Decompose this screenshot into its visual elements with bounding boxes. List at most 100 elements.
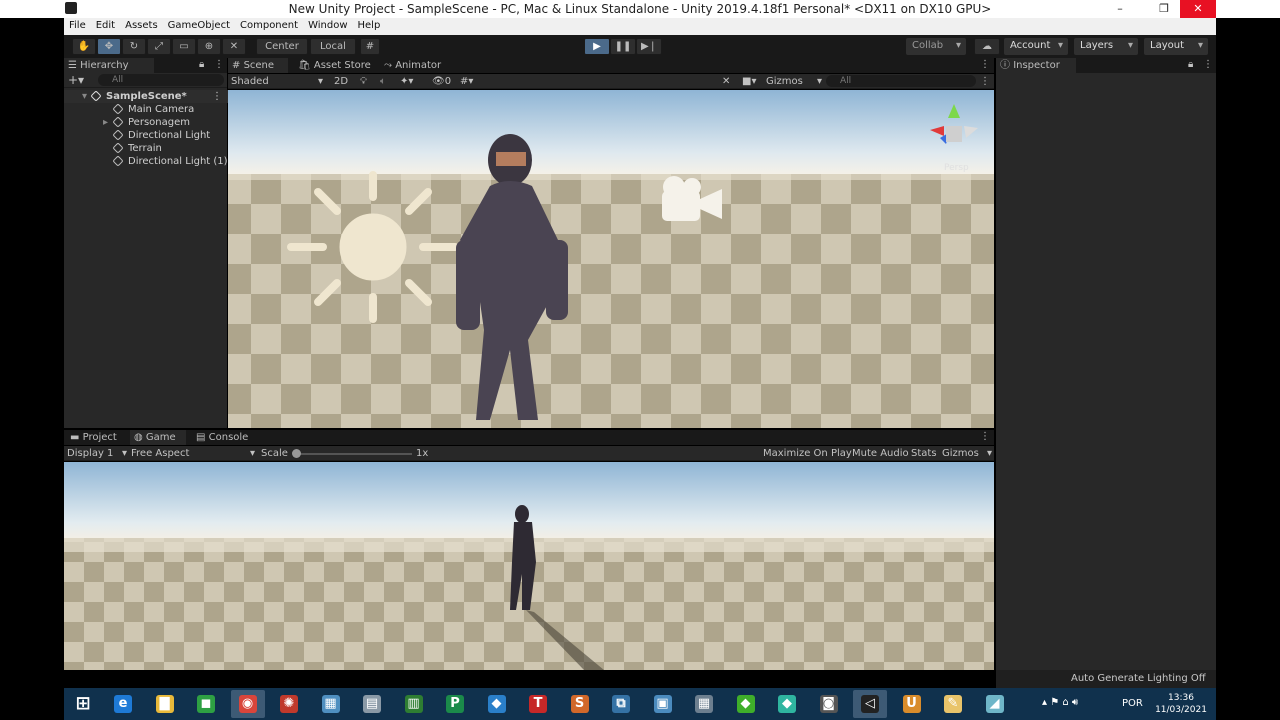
tray-icons[interactable]: ▴ ⚑ ⌂ 🔊︎ bbox=[1042, 697, 1078, 708]
pivot-space-toggle[interactable]: Local bbox=[310, 38, 356, 55]
grid-toggle-icon[interactable]: #▾ bbox=[460, 75, 473, 88]
create-add-icon[interactable]: +▾ bbox=[68, 74, 84, 87]
display-dropdown[interactable]: Display 1 ▾ bbox=[67, 447, 127, 460]
hand-tool-icon[interactable]: ✋ bbox=[72, 38, 96, 55]
t-app-icon[interactable]: T bbox=[521, 690, 555, 718]
aspect-dropdown[interactable]: Free Aspect ▾ bbox=[131, 447, 255, 460]
paint-icon[interactable]: ✎ bbox=[936, 690, 970, 718]
input-language[interactable]: POR bbox=[1122, 698, 1143, 709]
project-icon[interactable]: ▥ bbox=[397, 690, 431, 718]
panel-menu-icon[interactable]: ⋮ bbox=[1203, 58, 1213, 71]
edge-ie-icon[interactable]: e bbox=[106, 690, 140, 718]
scene-search-input[interactable]: All bbox=[826, 75, 976, 87]
effects-dropdown-icon[interactable]: ✦▾ bbox=[400, 75, 413, 88]
gizmos-dropdown[interactable]: Gizmos ▾ bbox=[766, 75, 822, 88]
game-gizmos-dropdown[interactable]: Gizmos ▾ bbox=[942, 447, 992, 460]
move-tool-icon[interactable]: ✥ bbox=[97, 38, 121, 55]
azure-icon[interactable]: ◆ bbox=[480, 690, 514, 718]
slider-thumb[interactable] bbox=[292, 449, 301, 458]
tab-inspector[interactable]: ⓘ Inspector bbox=[996, 58, 1076, 73]
hierarchy-item[interactable]: Directional Light bbox=[64, 129, 228, 142]
tab-game[interactable]: ◍ Game bbox=[130, 430, 186, 445]
printer-app-icon[interactable]: ▤ bbox=[355, 690, 389, 718]
account-dropdown[interactable]: Account bbox=[1004, 38, 1068, 55]
camera-app-icon[interactable]: ◙ bbox=[812, 690, 846, 718]
unity-hub-icon[interactable]: U bbox=[895, 690, 929, 718]
unity-icon[interactable]: ◁ bbox=[853, 690, 887, 718]
scene-menu-icon[interactable]: ⋮ bbox=[212, 90, 222, 103]
tools-icon[interactable]: ✕ bbox=[722, 75, 730, 88]
scale-tool-icon[interactable]: ⤢ bbox=[147, 38, 171, 55]
hierarchy-item[interactable]: Directional Light (1) bbox=[64, 155, 228, 168]
chrome-icon[interactable]: ◉ bbox=[230, 690, 265, 718]
tab-hierarchy[interactable]: ☰ Hierarchy bbox=[64, 58, 154, 73]
grid-snap-icon[interactable]: # bbox=[360, 38, 380, 55]
publisher-icon[interactable]: P bbox=[438, 690, 472, 718]
custom-tool-icon[interactable]: ✕ bbox=[222, 38, 246, 55]
s-app-icon[interactable]: S bbox=[563, 690, 597, 718]
store-icon[interactable]: ◼ bbox=[189, 690, 223, 718]
python-doc-icon[interactable]: ▣ bbox=[646, 690, 680, 718]
hidden-objects-icon[interactable]: 👁︎0 bbox=[432, 75, 451, 88]
audio-toggle-icon[interactable]: 🔈︎ bbox=[380, 75, 386, 88]
pivot-center-toggle[interactable]: Center bbox=[256, 38, 308, 55]
sims-icon[interactable]: ◆ bbox=[729, 690, 763, 718]
tab-project[interactable]: ▬ Project bbox=[66, 430, 128, 445]
mute-audio-toggle[interactable]: Mute Audio bbox=[852, 447, 909, 460]
hierarchy-item[interactable]: Terrain bbox=[64, 142, 228, 155]
scene-root-row[interactable]: ▾ SampleScene* ⋮ bbox=[64, 90, 228, 103]
panel-menu-icon[interactable]: ⋮ bbox=[214, 58, 224, 71]
minimize-button[interactable]: – bbox=[1106, 0, 1134, 18]
davinci-icon[interactable]: ✺ bbox=[272, 690, 306, 718]
tab-asset-store[interactable]: 🛍︎ Asset Store bbox=[294, 58, 374, 73]
clock[interactable]: 13:36 11/03/2021 bbox=[1154, 692, 1208, 716]
close-button[interactable]: ✕ bbox=[1180, 0, 1216, 18]
rect-tool-icon[interactable]: ▭ bbox=[172, 38, 196, 55]
scene-options-icon[interactable]: ⋮ bbox=[980, 75, 990, 88]
menu-help[interactable]: Help bbox=[353, 18, 386, 31]
shading-mode-dropdown[interactable]: Shaded ▾ bbox=[231, 75, 323, 88]
menu-gameobject[interactable]: GameObject bbox=[163, 18, 235, 31]
hierarchy-search-input[interactable]: All bbox=[98, 74, 224, 86]
tab-scene[interactable]: # Scene bbox=[228, 58, 288, 73]
maximize-on-play-toggle[interactable]: Maximize On Play bbox=[763, 447, 852, 460]
menu-edit[interactable]: Edit bbox=[91, 18, 120, 31]
hierarchy-item[interactable]: Main Camera bbox=[64, 103, 228, 116]
scene-viewport[interactable]: Persp bbox=[228, 90, 994, 428]
cloud-icon[interactable]: ☁ bbox=[974, 38, 1000, 55]
expand-arrow-icon[interactable]: ▾ bbox=[82, 90, 87, 103]
2d-toggle[interactable]: 2D bbox=[332, 75, 350, 88]
rotate-tool-icon[interactable]: ↻ bbox=[122, 38, 146, 55]
lighting-toggle-icon[interactable]: 💡︎ bbox=[360, 75, 367, 88]
stats-toggle[interactable]: Stats bbox=[911, 447, 937, 460]
pause-button[interactable]: ❚❚ bbox=[610, 38, 636, 55]
hierarchy-item[interactable]: ▸ Personagem bbox=[64, 116, 228, 129]
play-button[interactable]: ▶ bbox=[584, 38, 610, 55]
python-icon[interactable]: ⧉ bbox=[604, 690, 638, 718]
windows-start-icon[interactable]: ⊞ bbox=[66, 690, 100, 718]
step-button[interactable]: ▶❘ bbox=[636, 38, 662, 55]
sims-2-icon[interactable]: ◆ bbox=[770, 690, 804, 718]
tab-animator[interactable]: ⤳ Animator bbox=[380, 58, 450, 73]
menu-component[interactable]: Component bbox=[235, 18, 303, 31]
game-viewport[interactable] bbox=[64, 462, 994, 670]
expand-arrow-icon[interactable]: ▸ bbox=[103, 116, 108, 129]
collab-dropdown[interactable]: Collab bbox=[906, 38, 966, 55]
layout-dropdown[interactable]: Layout bbox=[1144, 38, 1208, 55]
lock-icon[interactable]: 🔒︎ bbox=[1188, 58, 1193, 71]
file-explorer-icon[interactable]: ▇ bbox=[148, 690, 182, 718]
menu-file[interactable]: File bbox=[64, 18, 91, 31]
bottom-menu-icon[interactable]: ⋮ bbox=[980, 430, 990, 443]
restore-button[interactable]: ❐ bbox=[1150, 0, 1178, 18]
app-icon[interactable]: ◢ bbox=[978, 690, 1012, 718]
scale-slider[interactable] bbox=[292, 447, 412, 460]
menu-window[interactable]: Window bbox=[303, 18, 352, 31]
calculator-icon[interactable]: ▦ bbox=[687, 690, 721, 718]
menu-assets[interactable]: Assets bbox=[120, 18, 163, 31]
lock-icon[interactable]: 🔒︎ bbox=[199, 58, 204, 71]
network-app-icon[interactable]: ▦ bbox=[314, 690, 348, 718]
layers-dropdown[interactable]: Layers bbox=[1074, 38, 1138, 55]
scene-menu-icon[interactable]: ⋮ bbox=[980, 58, 990, 71]
transform-tool-icon[interactable]: ⊕ bbox=[197, 38, 221, 55]
camera-dropdown-icon[interactable]: ■▾ bbox=[742, 75, 756, 88]
